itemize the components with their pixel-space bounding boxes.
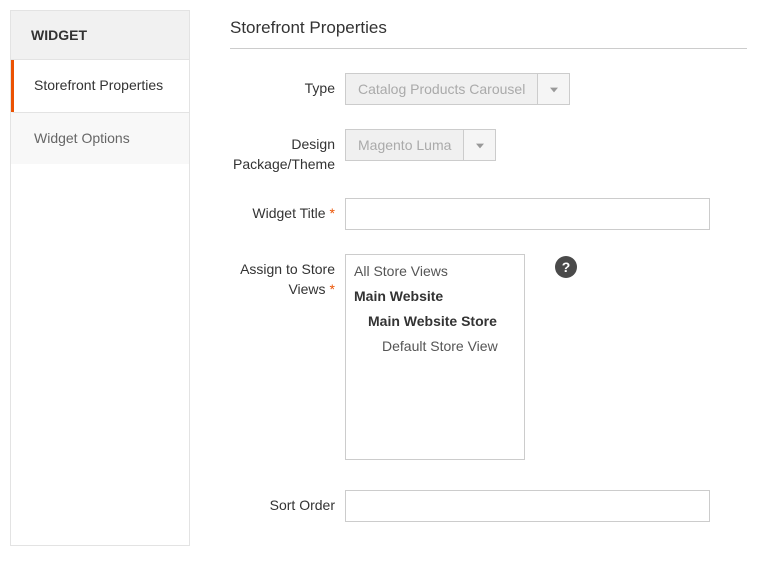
input-widget-title[interactable] bbox=[345, 198, 710, 230]
select-type-toggle[interactable] bbox=[537, 74, 569, 104]
select-theme[interactable]: Magento Luma bbox=[345, 129, 496, 161]
field-row-widget-title: Widget Title* bbox=[230, 198, 747, 230]
required-mark: * bbox=[330, 281, 335, 297]
main-panel: Storefront Properties Type Catalog Produ… bbox=[190, 10, 747, 546]
listbox-option-default-store-view[interactable]: Default Store View bbox=[346, 334, 524, 359]
sidebar-tab-storefront-properties[interactable]: Storefront Properties bbox=[11, 60, 189, 112]
listbox-option-all-store-views[interactable]: All Store Views bbox=[346, 259, 524, 284]
sidebar-tab-widget-options[interactable]: Widget Options bbox=[11, 112, 189, 165]
label-type: Type bbox=[230, 73, 345, 99]
help-icon[interactable]: ? bbox=[555, 256, 577, 278]
label-widget-title: Widget Title* bbox=[230, 198, 345, 224]
label-sort-order: Sort Order bbox=[230, 490, 345, 516]
sidebar: WIDGET Storefront Properties Widget Opti… bbox=[10, 10, 190, 546]
listbox-option-main-website[interactable]: Main Website bbox=[346, 284, 524, 309]
select-theme-value: Magento Luma bbox=[346, 130, 463, 160]
input-sort-order[interactable] bbox=[345, 490, 710, 522]
required-mark: * bbox=[330, 205, 335, 221]
field-row-store-views: Assign to Store Views* All Store Views M… bbox=[230, 254, 747, 460]
sidebar-header: WIDGET bbox=[11, 11, 189, 60]
listbox-option-main-website-store[interactable]: Main Website Store bbox=[346, 309, 524, 334]
chevron-down-icon bbox=[550, 81, 558, 97]
section-title: Storefront Properties bbox=[230, 18, 747, 49]
field-row-theme: Design Package/Theme Magento Luma bbox=[230, 129, 747, 174]
label-theme: Design Package/Theme bbox=[230, 129, 345, 174]
listbox-store-views[interactable]: All Store Views Main Website Main Websit… bbox=[345, 254, 525, 460]
label-store-views: Assign to Store Views* bbox=[230, 254, 345, 299]
field-row-sort-order: Sort Order bbox=[230, 490, 747, 522]
select-type[interactable]: Catalog Products Carousel bbox=[345, 73, 570, 105]
chevron-down-icon bbox=[476, 137, 484, 153]
select-theme-toggle[interactable] bbox=[463, 130, 495, 160]
select-type-value: Catalog Products Carousel bbox=[346, 74, 537, 104]
field-row-type: Type Catalog Products Carousel bbox=[230, 73, 747, 105]
